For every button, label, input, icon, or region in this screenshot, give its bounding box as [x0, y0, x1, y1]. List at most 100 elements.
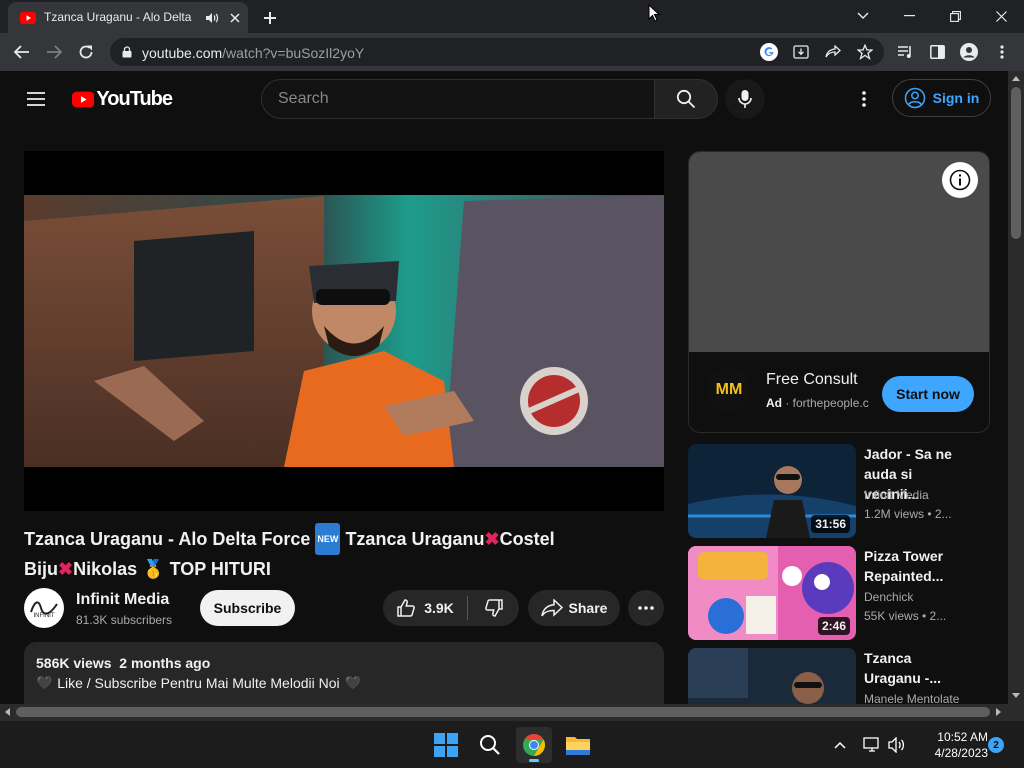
- settings-more-icon[interactable]: [852, 85, 876, 113]
- url-text[interactable]: youtube.com/watch?v=buSozIl2yoY: [142, 45, 364, 61]
- forward-button[interactable]: [42, 40, 66, 64]
- like-dislike-group: 3.9K: [383, 590, 519, 626]
- share-page-icon[interactable]: [824, 43, 842, 61]
- share-button[interactable]: Share: [528, 590, 620, 626]
- side-panel-icon[interactable]: [926, 42, 948, 62]
- share-label: Share: [568, 600, 608, 616]
- subscribe-button[interactable]: Subscribe: [200, 590, 295, 626]
- voice-search-button[interactable]: [725, 79, 765, 119]
- cross-mark-icon: ✖: [484, 529, 500, 549]
- network-icon[interactable]: [862, 735, 882, 755]
- system-clock[interactable]: 10:52 AM 4/28/2023: [912, 729, 988, 761]
- video-duration: 2:46: [817, 617, 850, 635]
- recommendation-title[interactable]: Tzanca Uraganu -...: [864, 648, 968, 688]
- lock-icon[interactable]: [120, 45, 134, 59]
- youtube-logo[interactable]: YouTube: [72, 87, 173, 111]
- new-tab-button[interactable]: [258, 6, 282, 30]
- vertical-scroll-thumb[interactable]: [1011, 87, 1021, 239]
- horizontal-scroll-thumb[interactable]: [16, 707, 990, 717]
- install-app-icon[interactable]: [792, 43, 810, 61]
- thumbnail-image: [688, 648, 856, 704]
- description-box[interactable]: 586K views 2 months ago 🖤 Like / Subscri…: [24, 642, 664, 704]
- scroll-right-arrow-icon[interactable]: [994, 707, 1002, 717]
- guide-menu-icon[interactable]: [20, 83, 52, 115]
- svg-text:INFINIT: INFINIT: [34, 613, 55, 618]
- recommendation-thumbnail[interactable]: 2:46: [688, 546, 856, 640]
- recommendation-item[interactable]: Tzanca Uraganu -... Manele Mentolate: [688, 648, 998, 704]
- notification-badge[interactable]: 2: [988, 737, 1004, 753]
- minimize-button[interactable]: [896, 4, 922, 28]
- title-text: Tzanca Uraganu: [345, 529, 485, 549]
- title-text: Nikolas: [73, 559, 138, 579]
- channel-name[interactable]: Infinit Media: [76, 591, 169, 609]
- recommendation-channel[interactable]: Infinit Media: [864, 488, 929, 502]
- scroll-left-arrow-icon[interactable]: [3, 707, 11, 717]
- search-box[interactable]: [261, 79, 655, 119]
- profile-avatar-icon[interactable]: [958, 41, 980, 63]
- more-horizontal-icon: [638, 606, 654, 610]
- like-divider: [467, 596, 468, 620]
- like-button[interactable]: 3.9K: [383, 590, 467, 626]
- taskbar-search-icon[interactable]: [472, 727, 508, 763]
- reading-list-icon[interactable]: [894, 42, 916, 62]
- reload-button[interactable]: [74, 40, 98, 64]
- search-button[interactable]: [654, 79, 718, 119]
- ad-info-icon[interactable]: [942, 162, 978, 198]
- recommendation-item[interactable]: 31:56 Jador - Sa ne auda si vecinii... I…: [688, 444, 998, 538]
- recommendation-thumbnail[interactable]: 31:56: [688, 444, 856, 538]
- recommendation-meta: 1.2M views • 2...: [864, 507, 952, 521]
- ad-card[interactable]: MM Free Consult Ad · forthepeople.c Star…: [688, 151, 990, 433]
- sign-in-button[interactable]: Sign in: [892, 79, 991, 117]
- ad-cta-button[interactable]: Start now: [882, 376, 974, 412]
- thumbs-down-icon: [485, 599, 503, 617]
- dislike-button[interactable]: [469, 590, 519, 626]
- google-lens-icon[interactable]: [760, 43, 778, 61]
- thumbs-up-icon: [397, 599, 416, 617]
- video-player[interactable]: [24, 151, 664, 511]
- vertical-scrollbar[interactable]: [1008, 71, 1024, 704]
- more-actions-button[interactable]: [628, 590, 664, 626]
- recommendation-thumbnail[interactable]: [688, 648, 856, 704]
- volume-icon[interactable]: [886, 735, 908, 755]
- medal-icon: 🥇: [142, 559, 165, 579]
- windows-taskbar: 10:52 AM 4/28/2023 2: [0, 720, 1024, 768]
- recommendation-item[interactable]: 2:46 Pizza Tower Repainted... Denchick 5…: [688, 546, 998, 640]
- account-circle-icon: [904, 87, 925, 109]
- horizontal-scrollbar[interactable]: [0, 704, 1008, 720]
- browser-tab[interactable]: Tzanca Uraganu - Alo Delta F: [8, 2, 248, 33]
- recommendation-channel[interactable]: Manele Mentolate: [864, 692, 959, 704]
- scroll-up-arrow-icon[interactable]: [1011, 74, 1021, 82]
- restore-button[interactable]: [942, 4, 968, 28]
- ad-domain: forthepeople.c: [792, 396, 869, 410]
- tab-search-icon[interactable]: [850, 4, 876, 28]
- browser-tab-strip: Tzanca Uraganu - Alo Delta F: [0, 0, 1024, 33]
- advertiser-logo[interactable]: MM: [707, 368, 751, 412]
- black-heart-icon: 🖤: [344, 675, 361, 690]
- chrome-taskbar-icon[interactable]: [516, 727, 552, 763]
- mouse-cursor-icon: [648, 4, 660, 22]
- show-hidden-icons-chevron-icon[interactable]: [830, 735, 850, 755]
- windows-start-icon[interactable]: [428, 727, 464, 763]
- browser-toolbar: youtube.com/watch?v=buSozIl2yoY: [0, 33, 1024, 71]
- chrome-menu-icon[interactable]: [992, 41, 1012, 63]
- video-meta: 586K views 2 months ago: [36, 655, 210, 671]
- like-count: 3.9K: [424, 600, 454, 616]
- back-button[interactable]: [10, 40, 34, 64]
- file-explorer-icon[interactable]: [560, 727, 596, 763]
- tab-title: Tzanca Uraganu - Alo Delta F: [44, 10, 194, 24]
- recommendation-channel[interactable]: Denchick: [864, 590, 913, 604]
- search-input[interactable]: [278, 80, 638, 118]
- description-text-row: 🖤 Like / Subscribe Pentru Mai Multe Melo…: [36, 675, 361, 691]
- audio-playing-icon[interactable]: [204, 10, 220, 26]
- video-duration: 31:56: [811, 515, 850, 533]
- address-bar[interactable]: youtube.com/watch?v=buSozIl2yoY: [110, 38, 884, 66]
- close-tab-icon[interactable]: [226, 9, 244, 27]
- channel-avatar[interactable]: INFINIT: [24, 588, 64, 628]
- youtube-play-logo-icon: [72, 91, 95, 107]
- scroll-down-arrow-icon[interactable]: [1011, 691, 1021, 699]
- subscriber-count: 81.3K subscribers: [76, 613, 173, 627]
- bookmark-star-icon[interactable]: [856, 43, 874, 61]
- recommendation-title[interactable]: Pizza Tower Repainted...: [864, 546, 968, 586]
- close-window-button[interactable]: [988, 4, 1014, 28]
- title-text: Tzanca Uraganu - Alo Delta Force: [24, 529, 311, 549]
